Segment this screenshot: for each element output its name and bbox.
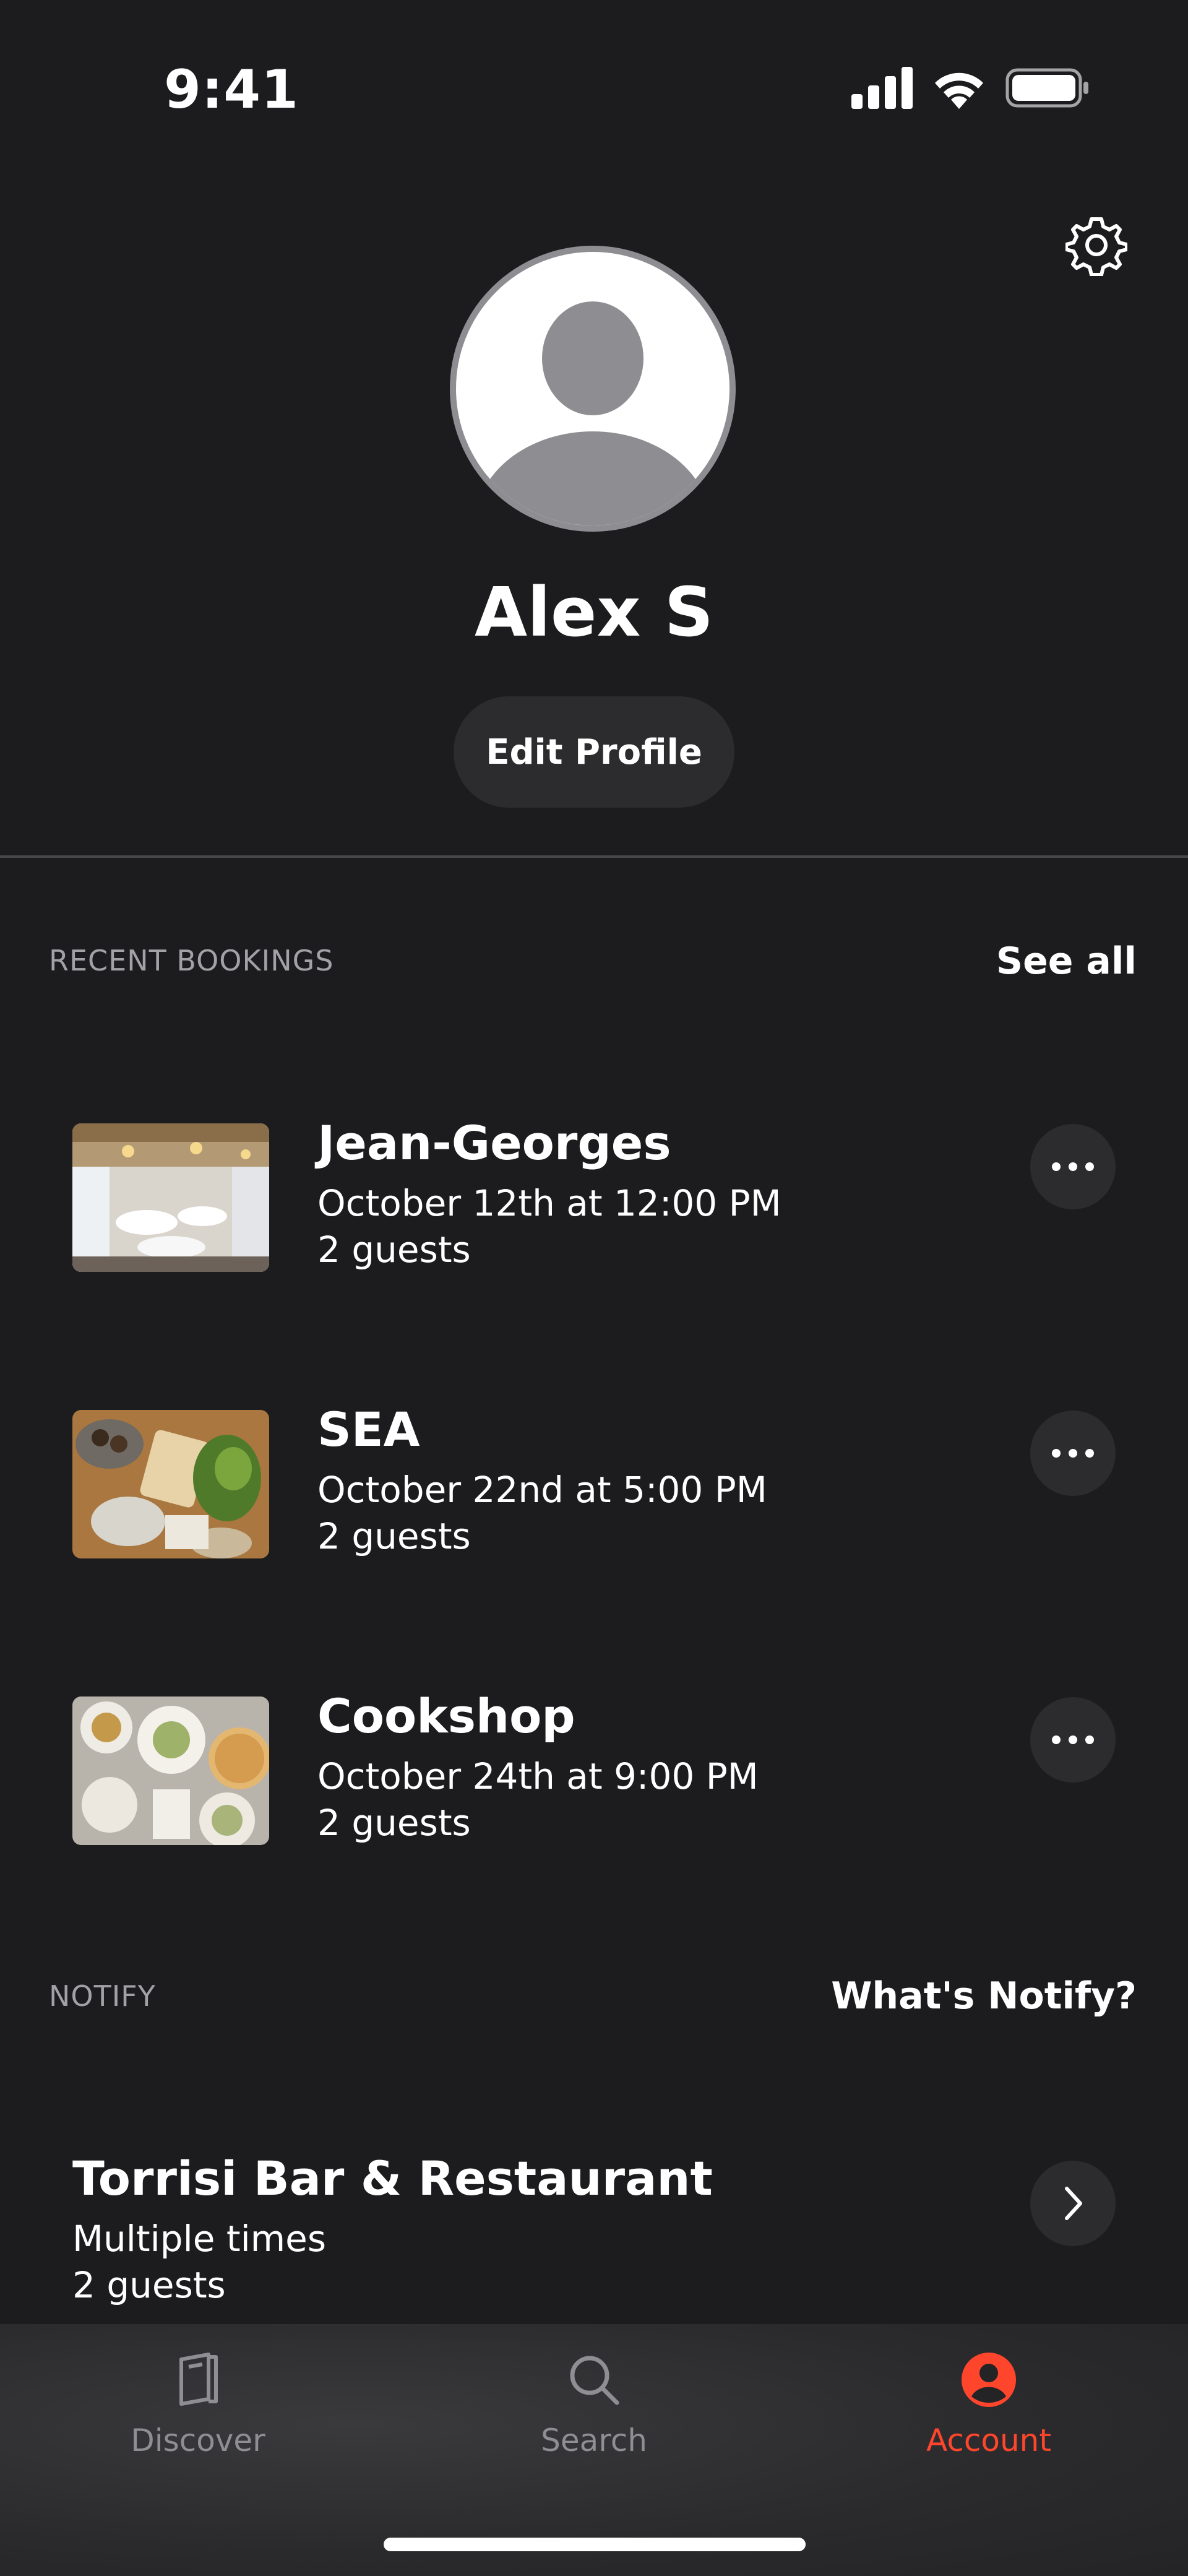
- ellipsis-icon: [1052, 1735, 1094, 1744]
- restaurant-thumbnail: [72, 1123, 269, 1272]
- tab-label: Search: [541, 2423, 647, 2458]
- profile-name: Alex S: [475, 573, 713, 652]
- booking-item[interactable]: Cookshop October 24th at 9:00 PM 2 guest…: [0, 1687, 1188, 1873]
- booking-guests: 2 guests: [317, 1802, 471, 1844]
- notify-times: Multiple times: [72, 2218, 327, 2260]
- person-silhouette-icon: [475, 301, 710, 525]
- booking-date: October 24th at 9:00 PM: [317, 1755, 759, 1797]
- settings-gear-icon[interactable]: [1065, 214, 1127, 276]
- see-all-link[interactable]: See all: [996, 940, 1137, 983]
- notify-item[interactable]: Torrisi Bar & Restaurant Multiple times …: [0, 2151, 1188, 2324]
- tab-label: Discover: [131, 2423, 265, 2458]
- edit-profile-button[interactable]: Edit Profile: [454, 696, 734, 808]
- booking-guests: 2 guests: [317, 1229, 471, 1271]
- whats-notify-link[interactable]: What's Notify?: [831, 1974, 1137, 2018]
- discover-icon: [179, 2353, 218, 2406]
- account-icon: [962, 2353, 1016, 2407]
- tab-account[interactable]: Account: [859, 2346, 1119, 2458]
- search-icon: [570, 2356, 619, 2405]
- notify-guests: 2 guests: [72, 2264, 226, 2306]
- wifi-icon: [935, 72, 983, 109]
- tab-label: Account: [926, 2423, 1051, 2458]
- more-options-button[interactable]: [1030, 1697, 1116, 1783]
- more-options-button[interactable]: [1030, 1411, 1116, 1496]
- booking-date: October 12th at 12:00 PM: [317, 1182, 781, 1224]
- booking-item[interactable]: SEA October 22nd at 5:00 PM 2 guests: [0, 1401, 1188, 1586]
- booking-restaurant-name: Cookshop: [317, 1688, 575, 1744]
- chevron-right-icon: [1065, 2187, 1082, 2220]
- home-indicator: [384, 2538, 806, 2551]
- restaurant-thumbnail: [72, 1696, 269, 1845]
- ellipsis-icon: [1052, 1449, 1094, 1458]
- booking-date: October 22nd at 5:00 PM: [317, 1469, 767, 1511]
- tab-search[interactable]: Search: [464, 2346, 724, 2458]
- ellipsis-icon: [1052, 1162, 1094, 1171]
- divider: [0, 855, 1188, 858]
- recent-bookings-label: RECENT BOOKINGS: [49, 944, 334, 977]
- more-options-button[interactable]: [1030, 1124, 1116, 1209]
- battery-icon: [1005, 68, 1088, 108]
- booking-item[interactable]: Jean-Georges October 12th at 12:00 PM 2 …: [0, 1114, 1188, 1300]
- tab-discover[interactable]: Discover: [68, 2346, 328, 2458]
- avatar[interactable]: [450, 246, 736, 532]
- booking-restaurant-name: Jean-Georges: [317, 1115, 671, 1170]
- booking-restaurant-name: SEA: [317, 1402, 420, 1457]
- notify-restaurant-name: Torrisi Bar & Restaurant: [72, 2151, 713, 2206]
- cellular-signal-icon: [851, 67, 913, 109]
- notify-chevron-button[interactable]: [1030, 2161, 1116, 2246]
- booking-guests: 2 guests: [317, 1515, 471, 1557]
- status-time: 9:41: [164, 59, 299, 121]
- restaurant-thumbnail: [72, 1410, 269, 1558]
- notify-label: NOTIFY: [49, 1979, 156, 2013]
